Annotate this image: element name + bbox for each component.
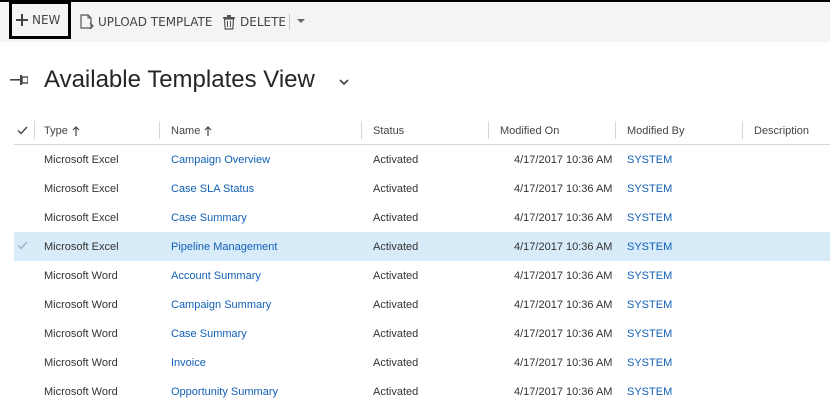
cell-modified-on: 4/17/2017 10:36 AM	[514, 269, 613, 282]
cell-type: Microsoft Word	[44, 269, 118, 282]
cell-modified-by-link[interactable]: SYSTEM	[627, 261, 672, 290]
upload-document-icon	[80, 14, 94, 30]
cell-name-link[interactable]: Account Summary	[171, 261, 261, 290]
cell-modified-on: 4/17/2017 10:36 AM	[514, 298, 613, 311]
cell-modified-on: 4/17/2017 10:36 AM	[514, 182, 613, 195]
cell-type: Microsoft Word	[44, 385, 118, 398]
table-row[interactable]: Microsoft Excel Case Summary Activated 4/17…	[14, 203, 830, 232]
column-header-name[interactable]: Name	[171, 118, 212, 144]
delete-button[interactable]: DELETE	[222, 12, 286, 32]
grid-body: Microsoft Excel Campaign Overview Activate…	[14, 145, 830, 406]
column-separator	[34, 121, 35, 139]
cell-name-link[interactable]: Campaign Overview	[171, 145, 270, 174]
cell-name-link[interactable]: Case Summary	[171, 203, 247, 232]
cell-name-link[interactable]: Opportunity Summary	[171, 377, 278, 406]
table-row[interactable]: Microsoft Excel Case SLA Status Activated 4…	[14, 174, 830, 203]
cell-name-link[interactable]: Pipeline Management	[171, 232, 277, 261]
cell-name-link[interactable]: Campaign Summary	[171, 290, 271, 319]
command-bar: NEW UPLOAD TEMPLATE DELETE	[0, 0, 830, 42]
plus-icon	[16, 14, 28, 26]
table-row[interactable]: Microsoft Excel Pipeline Management Activa…	[14, 232, 830, 261]
cell-type: Microsoft Word	[44, 356, 118, 369]
toolbar-separator	[289, 14, 290, 30]
column-header-modified-on[interactable]: Modified On	[500, 118, 559, 144]
pin-icon[interactable]	[10, 74, 28, 86]
cell-modified-by-link[interactable]: SYSTEM	[627, 203, 672, 232]
cell-status: Activated	[373, 153, 419, 166]
cell-name-link[interactable]: Case Summary	[171, 319, 247, 348]
table-row[interactable]: Microsoft Word Campaign Summary Activated 4…	[14, 290, 830, 319]
column-separator	[361, 121, 362, 139]
column-separator	[488, 121, 489, 139]
cell-status: Activated	[373, 182, 419, 195]
cell-modified-on: 4/17/2017 10:36 AM	[514, 153, 613, 166]
delete-button-label: DELETE	[240, 15, 287, 29]
cell-type: Microsoft Excel	[44, 211, 119, 224]
more-commands-chevron-down-icon[interactable]	[297, 19, 305, 23]
cell-modified-on: 4/17/2017 10:36 AM	[514, 327, 613, 340]
cell-name-link[interactable]: Case SLA Status	[171, 174, 254, 203]
column-header-name-label: Name	[171, 125, 201, 137]
cell-modified-on: 4/17/2017 10:36 AM	[514, 240, 613, 253]
select-all-check-icon[interactable]	[17, 126, 28, 135]
templates-grid: Type Name Status Modified On Modified By…	[14, 118, 830, 406]
table-row[interactable]: Microsoft Word Invoice Activated 4/17/2017 …	[14, 348, 830, 377]
table-row[interactable]: Microsoft Word Account Summary Activated 4/…	[14, 261, 830, 290]
cell-modified-by-link[interactable]: SYSTEM	[627, 290, 672, 319]
cell-name-link[interactable]: Invoice	[171, 348, 206, 377]
cell-modified-by-link[interactable]: SYSTEM	[627, 348, 672, 377]
cell-modified-by-link[interactable]: SYSTEM	[627, 377, 672, 406]
column-header-type[interactable]: Type	[44, 118, 80, 144]
sort-ascending-arrow-icon	[72, 126, 80, 136]
trash-icon	[223, 14, 235, 30]
cell-type: Microsoft Excel	[44, 182, 119, 195]
cell-status: Activated	[373, 356, 419, 369]
column-separator	[615, 121, 616, 139]
cell-modified-by-link[interactable]: SYSTEM	[627, 319, 672, 348]
new-button-label: NEW	[32, 13, 61, 27]
column-header-modified-by[interactable]: Modified By	[627, 118, 684, 144]
cell-modified-by-link[interactable]: SYSTEM	[627, 232, 672, 261]
column-header-type-label: Type	[44, 125, 68, 137]
column-separator	[742, 121, 743, 139]
cell-type: Microsoft Word	[44, 327, 118, 340]
column-header-description[interactable]: Description	[754, 118, 809, 144]
cell-status: Activated	[373, 327, 419, 340]
grid-header: Type Name Status Modified On Modified By…	[14, 118, 830, 145]
upload-template-button[interactable]: UPLOAD TEMPLATE	[80, 12, 212, 32]
cell-modified-on: 4/17/2017 10:36 AM	[514, 385, 613, 398]
cell-status: Activated	[373, 269, 419, 282]
page-title[interactable]: Available Templates View	[44, 66, 315, 94]
cell-type: Microsoft Excel	[44, 240, 119, 253]
sort-ascending-arrow-icon	[204, 126, 212, 136]
cell-status: Activated	[373, 211, 419, 224]
view-selector-chevron-down-icon[interactable]	[339, 78, 349, 86]
upload-template-label: UPLOAD TEMPLATE	[98, 15, 213, 29]
cell-type: Microsoft Word	[44, 298, 118, 311]
cell-status: Activated	[373, 385, 419, 398]
cell-modified-on: 4/17/2017 10:36 AM	[514, 356, 613, 369]
cell-status: Activated	[373, 298, 419, 311]
table-row[interactable]: Microsoft Word Case Summary Activated 4/17/…	[14, 319, 830, 348]
cell-modified-by-link[interactable]: SYSTEM	[627, 174, 672, 203]
table-row[interactable]: Microsoft Word Opportunity Summary Activat…	[14, 377, 830, 406]
top-border	[0, 0, 830, 2]
column-separator	[159, 121, 160, 139]
cell-modified-by-link[interactable]: SYSTEM	[627, 145, 672, 174]
cell-modified-on: 4/17/2017 10:36 AM	[514, 211, 613, 224]
row-selected-check-icon[interactable]	[17, 241, 28, 250]
table-row[interactable]: Microsoft Excel Campaign Overview Activate…	[14, 145, 830, 174]
cell-status: Activated	[373, 240, 419, 253]
new-button[interactable]: NEW	[9, 1, 71, 39]
column-header-status[interactable]: Status	[373, 118, 404, 144]
cell-type: Microsoft Excel	[44, 153, 119, 166]
